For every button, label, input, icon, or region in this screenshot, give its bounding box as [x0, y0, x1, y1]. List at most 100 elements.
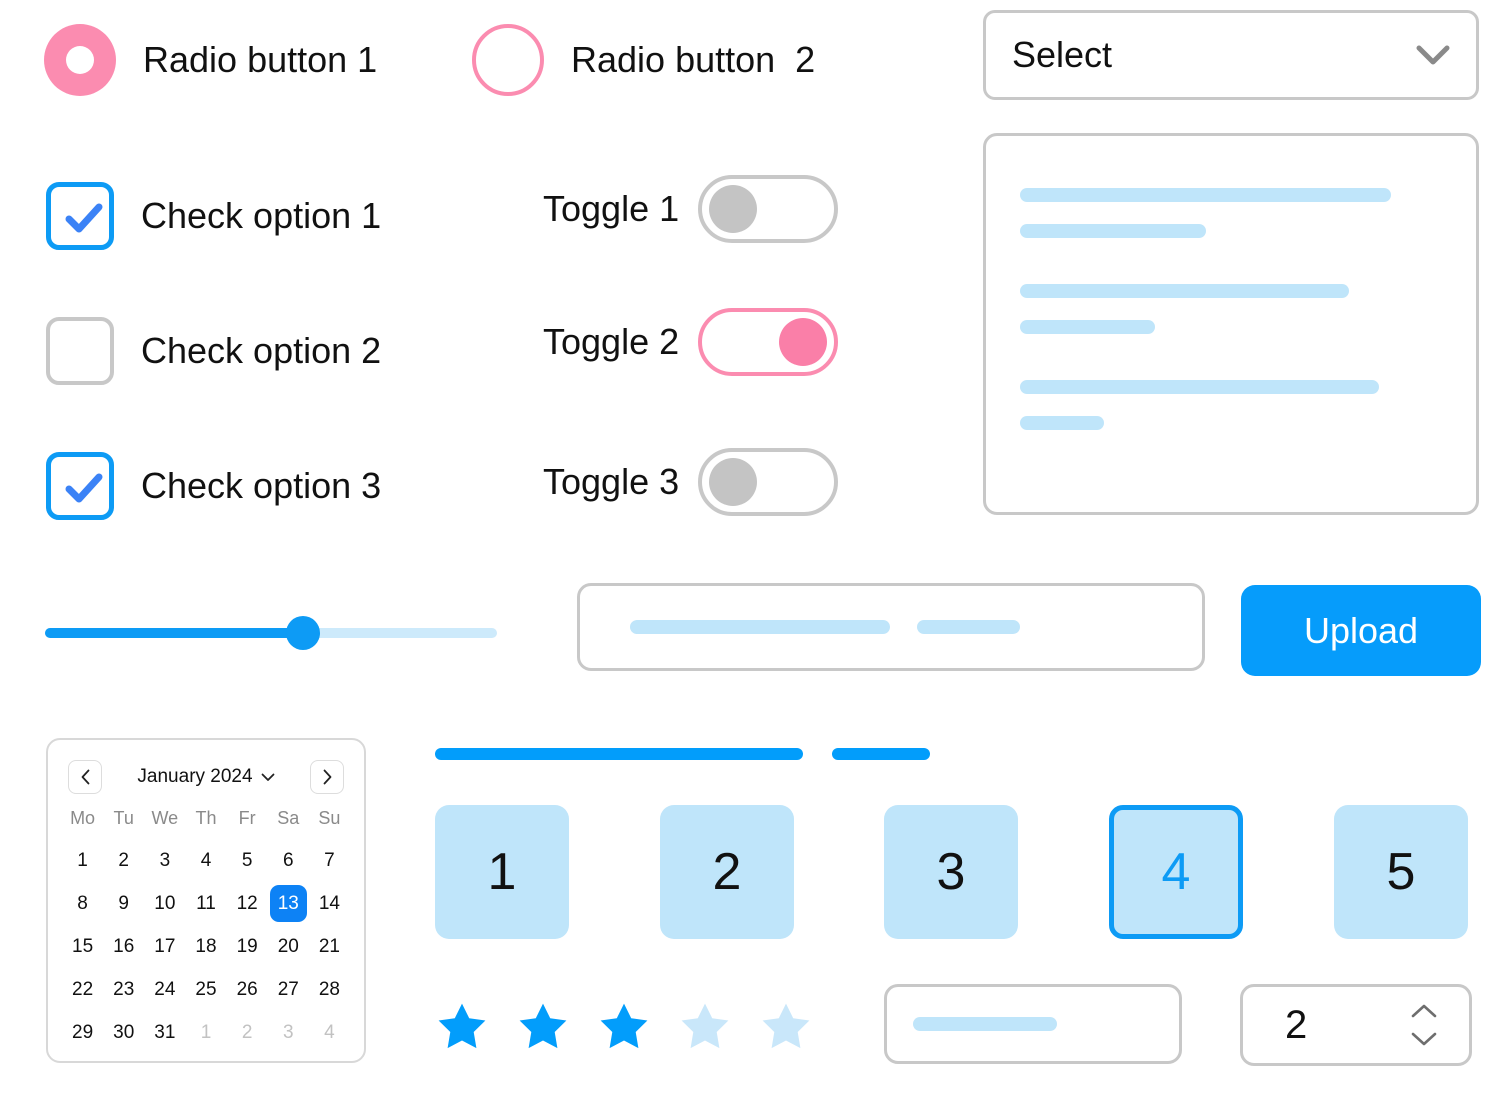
- calendar-next-month-button[interactable]: [310, 760, 344, 794]
- calendar-day[interactable]: 12: [227, 882, 268, 925]
- text-input[interactable]: [577, 583, 1205, 671]
- chevron-down-icon[interactable]: [261, 773, 275, 782]
- number-tile-4[interactable]: 4: [1109, 805, 1243, 939]
- number-stepper[interactable]: 2: [1240, 984, 1472, 1066]
- chevron-up-icon[interactable]: [1411, 1004, 1437, 1018]
- checkbox-indicator-1[interactable]: [46, 182, 114, 250]
- calendar-day-selected-label: 13: [269, 885, 307, 922]
- checkbox-option-1[interactable]: Check option 1: [46, 182, 381, 250]
- calendar-weekday: We: [151, 808, 179, 828]
- calendar-day[interactable]: 29: [62, 1011, 103, 1054]
- star-icon-empty[interactable]: [758, 1000, 814, 1054]
- progress-bar-primary[interactable]: [435, 748, 803, 760]
- placeholder-paragraph: [1020, 284, 1442, 334]
- calendar-day[interactable]: 17: [144, 925, 185, 968]
- radio-dot: [66, 46, 94, 74]
- placeholder-paragraph: [1020, 188, 1442, 238]
- calendar-day[interactable]: 7: [309, 839, 350, 882]
- number-tile-1[interactable]: 1: [435, 805, 569, 939]
- placeholder-line: [1020, 188, 1392, 202]
- calendar-header: January 2024: [62, 754, 350, 796]
- calendar-day[interactable]: 30: [103, 1011, 144, 1054]
- placeholder-line: [1020, 320, 1156, 334]
- calendar-day[interactable]: 31: [144, 1011, 185, 1054]
- calendar-weekday: Sa: [277, 808, 300, 828]
- toggle-label-3: Toggle 3: [543, 461, 680, 502]
- number-tile-5[interactable]: 5: [1334, 805, 1468, 939]
- slider[interactable]: [45, 616, 497, 650]
- calendar-day[interactable]: 5: [227, 839, 268, 882]
- calendar-day-outside[interactable]: 4: [309, 1011, 350, 1054]
- star-icon-filled[interactable]: [515, 1000, 571, 1054]
- radio-indicator-2[interactable]: [472, 24, 544, 96]
- calendar-day-outside[interactable]: 3: [268, 1011, 309, 1054]
- calendar-day-selected[interactable]: 13: [268, 882, 309, 925]
- chevron-right-icon: [323, 769, 331, 785]
- calendar-day[interactable]: 4: [185, 839, 226, 882]
- calendar-day[interactable]: 6: [268, 839, 309, 882]
- checkbox-indicator-2[interactable]: [46, 317, 114, 385]
- calendar-day[interactable]: 27: [268, 968, 309, 1011]
- calendar-day[interactable]: 22: [62, 968, 103, 1011]
- slider-thumb[interactable]: [285, 616, 320, 650]
- chevron-left-icon: [81, 769, 89, 785]
- radio-indicator-1[interactable]: [44, 24, 116, 96]
- star-icon-filled[interactable]: [434, 1000, 490, 1054]
- checkbox-indicator-3[interactable]: [46, 452, 114, 520]
- toggle-knob: [779, 318, 827, 366]
- check-icon: [65, 203, 103, 233]
- placeholder-line: [1020, 416, 1105, 430]
- calendar-day[interactable]: 23: [103, 968, 144, 1011]
- calendar-day[interactable]: 8: [62, 882, 103, 925]
- calendar-day[interactable]: 28: [309, 968, 350, 1011]
- calendar-day[interactable]: 14: [309, 882, 350, 925]
- checkbox-option-2[interactable]: Check option 2: [46, 317, 381, 385]
- number-tile-3[interactable]: 3: [884, 805, 1018, 939]
- calendar-month-selector[interactable]: January 2024: [137, 766, 274, 788]
- calendar-month-label: January 2024: [137, 766, 253, 787]
- calendar-day[interactable]: 19: [227, 925, 268, 968]
- calendar-day-outside[interactable]: 1: [185, 1011, 226, 1054]
- checkbox-option-3[interactable]: Check option 3: [46, 452, 381, 520]
- calendar-day[interactable]: 3: [144, 839, 185, 882]
- date-picker-calendar[interactable]: January 2024 Mo Tu We Th Fr Sa Su 1 2 3 …: [46, 738, 366, 1063]
- calendar-day[interactable]: 1: [62, 839, 103, 882]
- calendar-weekday: Fr: [238, 808, 256, 828]
- calendar-day[interactable]: 10: [144, 882, 185, 925]
- upload-button[interactable]: Upload: [1241, 585, 1481, 676]
- placeholder-line: [1020, 284, 1350, 298]
- calendar-day[interactable]: 24: [144, 968, 185, 1011]
- radio-option-1[interactable]: Radio button 1: [44, 24, 377, 96]
- toggle-knob: [709, 458, 757, 506]
- progress-bar-secondary[interactable]: [832, 748, 930, 760]
- calendar-day[interactable]: 26: [227, 968, 268, 1011]
- toggle-switch-1[interactable]: [698, 175, 838, 243]
- calendar-day[interactable]: 18: [185, 925, 226, 968]
- toggle-switch-2[interactable]: [698, 308, 838, 376]
- select-value: Select: [1012, 34, 1113, 75]
- calendar-day-outside[interactable]: 2: [227, 1011, 268, 1054]
- calendar-day[interactable]: 16: [103, 925, 144, 968]
- search-input[interactable]: [884, 984, 1182, 1064]
- calendar-day[interactable]: 21: [309, 925, 350, 968]
- calendar-prev-month-button[interactable]: [68, 760, 102, 794]
- radio-option-2[interactable]: Radio button 2: [472, 24, 815, 96]
- calendar-day[interactable]: 2: [103, 839, 144, 882]
- toggle-switch-3[interactable]: [698, 448, 838, 516]
- calendar-day[interactable]: 25: [185, 968, 226, 1011]
- slider-track[interactable]: [45, 616, 497, 650]
- calendar-day[interactable]: 20: [268, 925, 309, 968]
- calendar-day[interactable]: 15: [62, 925, 103, 968]
- chevron-down-icon[interactable]: [1416, 45, 1450, 65]
- chevron-down-icon[interactable]: [1411, 1032, 1437, 1046]
- calendar-day[interactable]: 11: [185, 882, 226, 925]
- stepper-value: 2: [1285, 1002, 1308, 1047]
- select-dropdown[interactable]: Select: [983, 10, 1479, 100]
- star-icon-filled[interactable]: [596, 1000, 652, 1054]
- calendar-day[interactable]: 9: [103, 882, 144, 925]
- number-tile-2[interactable]: 2: [660, 805, 794, 939]
- calendar-grid: Mo Tu We Th Fr Sa Su 1 2 3 4 5 6 7 8 9 1…: [62, 802, 350, 1054]
- star-rating[interactable]: [434, 1000, 814, 1054]
- textarea-card[interactable]: [983, 133, 1479, 515]
- star-icon-empty[interactable]: [677, 1000, 733, 1054]
